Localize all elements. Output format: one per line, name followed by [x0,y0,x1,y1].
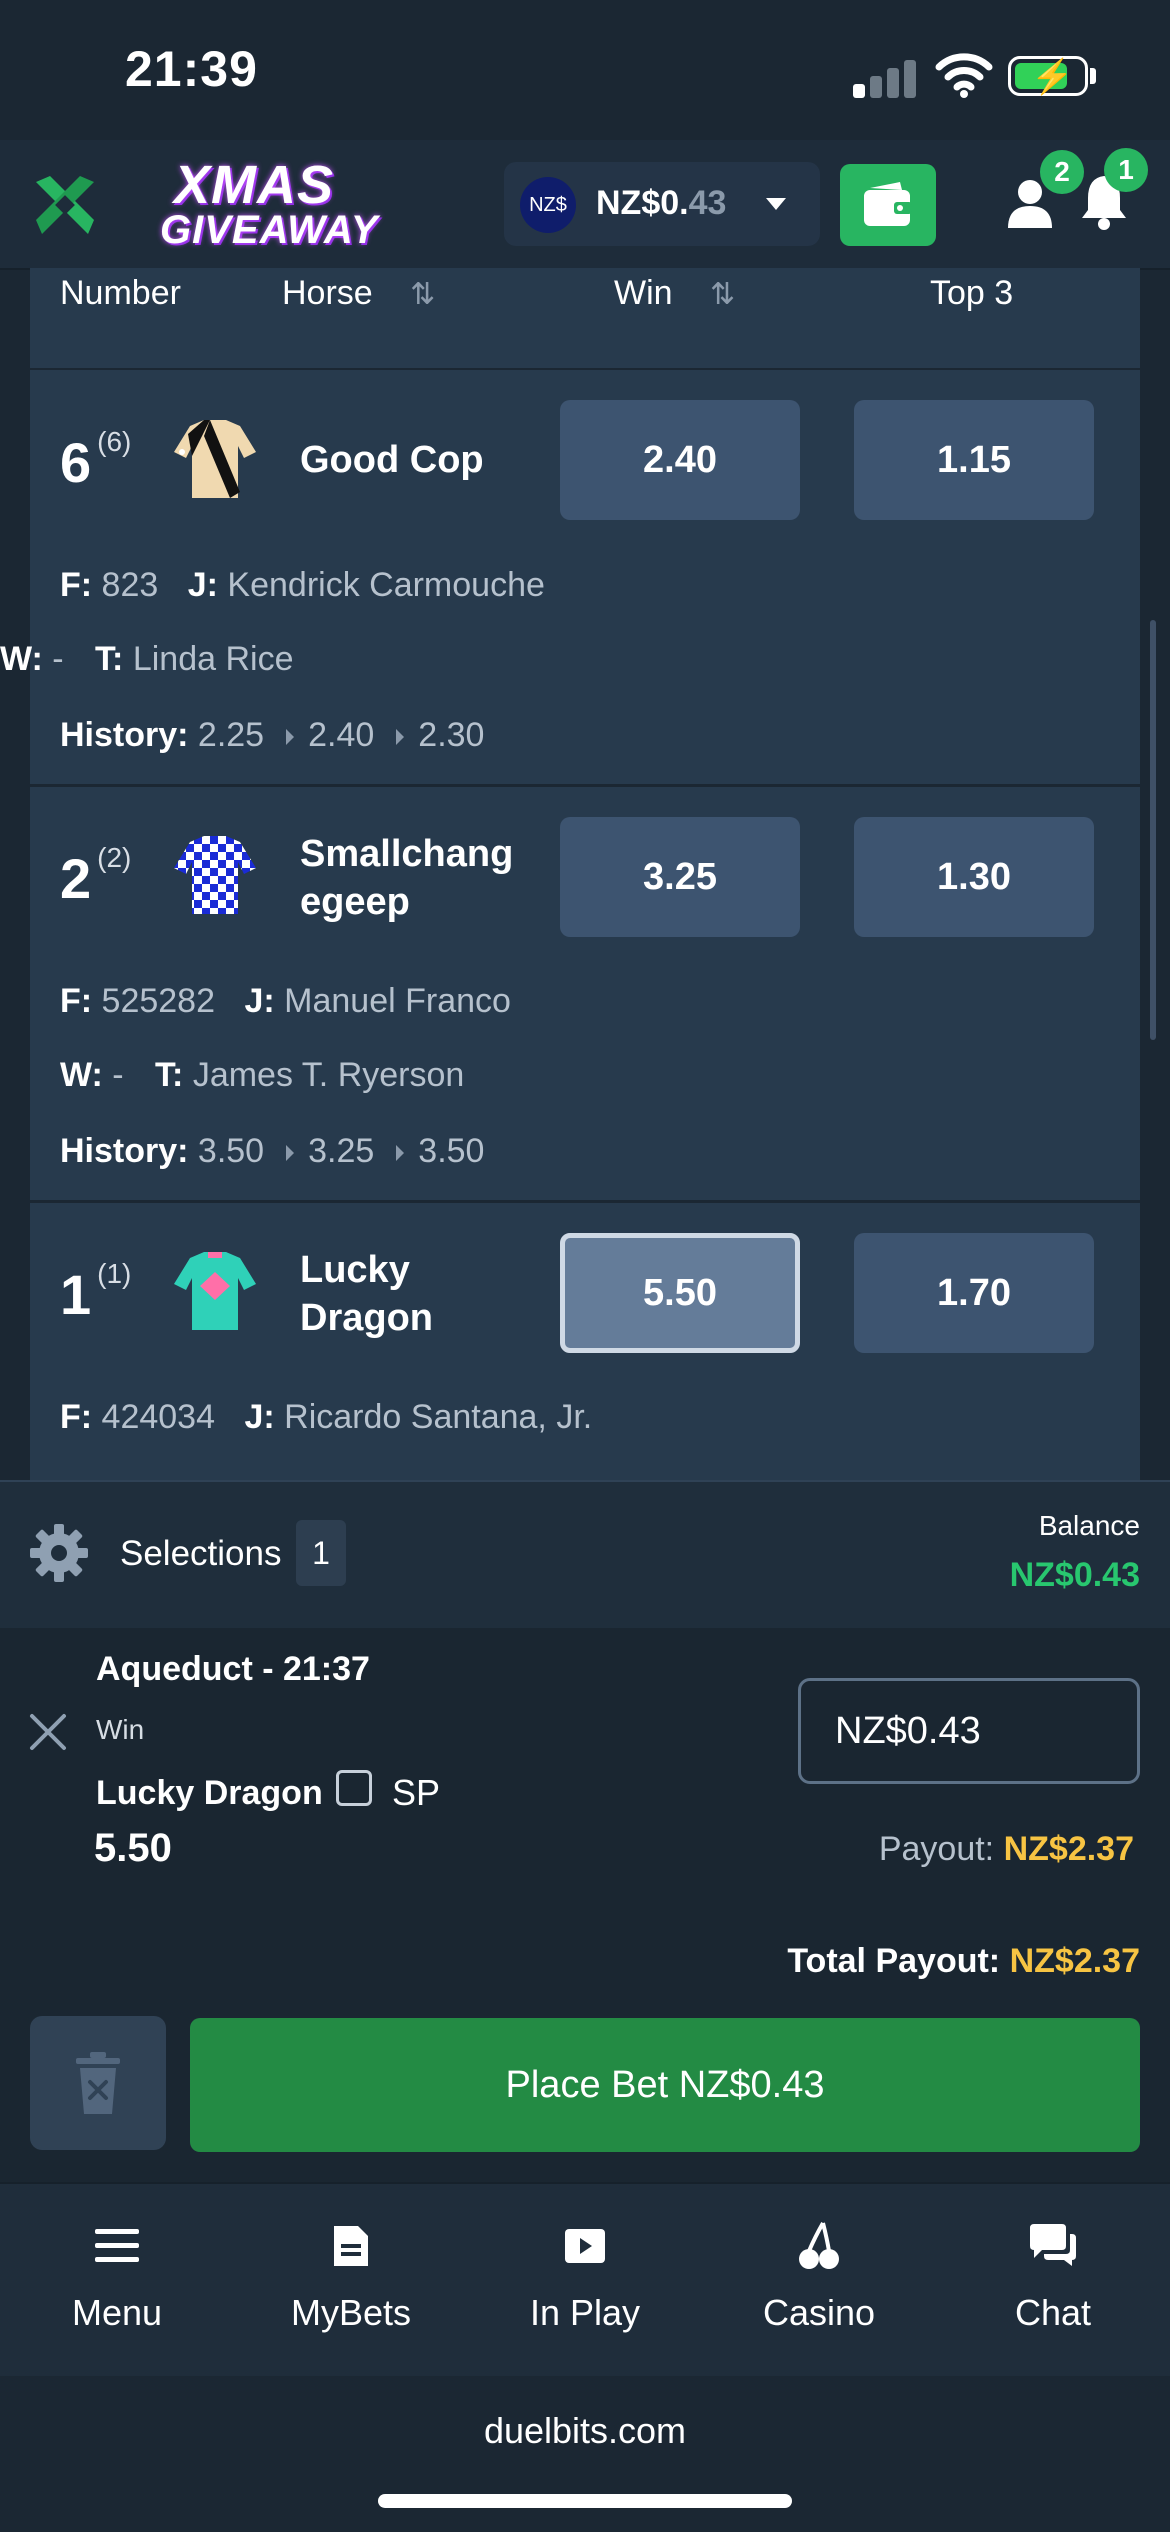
runner-history: History: 2.25 2.40 2.30 [60,716,485,754]
horse-name[interactable]: Lucky Dragon [300,1246,540,1342]
top3-odds-button[interactable]: 1.30 [854,817,1094,937]
balance-label: Balance [1038,1510,1140,1541]
bet-market: Win [96,1714,145,1745]
battery-cap [1090,68,1096,84]
sp-checkbox[interactable] [336,1770,372,1806]
promo-line1: XMAS [174,155,335,215]
trash-icon [76,2052,120,2114]
column-win[interactable]: Win ⇅ [614,274,735,313]
runner-form-jockey: F: 525282 J: Manuel Franco [60,982,511,1020]
battery-icon: ⚡ [1008,56,1088,96]
home-indicator[interactable] [378,2494,792,2508]
close-icon[interactable] [26,1710,70,1754]
xmas-giveaway-banner[interactable]: XMAS GIVEAWAY [160,154,420,254]
runner-weight-trainer: W: - T: Linda Rice [0,640,294,678]
wallet-icon [864,182,912,226]
bet-odds: 5.50 [94,1826,172,1870]
bet-event: Aqueduct - 21:37 [96,1650,370,1688]
scrollbar[interactable] [1150,620,1156,1040]
bet-payout: Payout: NZ$2.37 [878,1830,1134,1868]
sort-icon: ⇅ [710,278,736,311]
browser-bar [0,2376,1170,2532]
top3-odds-button[interactable]: 1.15 [854,400,1094,520]
selections-count-badge: 1 [296,1520,346,1586]
status-time: 21:39 [125,41,258,97]
balance-value: NZ$0.43 [1009,1556,1140,1594]
jockey-silk-icon [170,1244,260,1334]
duelbits-logo-icon[interactable] [28,168,102,242]
currency-badge-icon: NZ$ [520,177,576,233]
row-divider [30,784,1140,787]
win-odds-button-selected[interactable]: 5.50 [560,1233,800,1353]
row-divider [30,1200,1140,1203]
wallet-button[interactable] [840,164,936,246]
notification-badge: 1 [1104,148,1148,192]
win-odds-button[interactable]: 2.40 [560,400,800,520]
runner-form-jockey: F: 424034 J: Ricardo Santana, Jr. [60,1398,593,1436]
top3-odds-button[interactable]: 1.70 [854,1233,1094,1353]
sort-icon: ⇅ [410,278,436,311]
runner-number: 6 (6) [60,426,132,494]
runner-number: 2 (2) [60,842,132,910]
total-payout: Total Payout: NZ$2.37 [787,1942,1140,1980]
column-number: Number [60,274,181,312]
currency-balance-selector[interactable]: NZ$ NZ$0.43 [504,162,820,246]
header-divider [30,368,1140,370]
chat-icon [1030,2224,1076,2266]
runner-form-jockey: F: 823 J: Kendrick Carmouche [60,566,545,604]
nav-chat[interactable]: Chat [936,2218,1170,2334]
bet-selection: Lucky Dragon [96,1774,323,1812]
runner-weight-trainer: W: - T: James T. Ryerson [60,1056,465,1094]
menu-icon [95,2229,139,2262]
horse-name[interactable]: Smallchang egeep [300,830,540,926]
stake-input[interactable] [798,1678,1140,1784]
column-horse[interactable]: Horse ⇅ [282,274,435,313]
header-balance: NZ$0.43 [596,184,727,222]
play-icon [565,2229,605,2263]
document-icon [334,2226,368,2266]
clear-betslip-button[interactable] [30,2016,166,2150]
nav-casino[interactable]: Casino [702,2218,936,2334]
runner-number: 1 (1) [60,1258,132,1326]
horse-name[interactable]: Good Cop [300,436,540,484]
runner-history: History: 3.50 3.25 3.50 [60,1132,485,1170]
nav-inplay[interactable]: In Play [468,2218,702,2334]
place-bet-button[interactable]: Place Bet NZ$0.43 [190,2018,1140,2152]
gear-icon[interactable] [28,1522,90,1584]
nav-menu[interactable]: Menu [0,2218,234,2334]
jockey-silk-icon [170,412,260,502]
column-top3: Top 3 [930,274,1014,312]
nav-mybets[interactable]: MyBets [234,2218,468,2334]
promo-line2: GIVEAWAY [160,208,379,252]
jockey-silk-icon [170,828,260,918]
wifi-icon [935,50,993,98]
selections-label: Selections [120,1534,282,1573]
chevron-down-icon [766,198,786,210]
sp-label: SP [392,1772,441,1813]
win-odds-button[interactable]: 3.25 [560,817,800,937]
url-label[interactable]: duelbits.com [0,2410,1170,2452]
cherries-icon [799,2222,839,2269]
cellular-signal-icon [853,58,917,98]
